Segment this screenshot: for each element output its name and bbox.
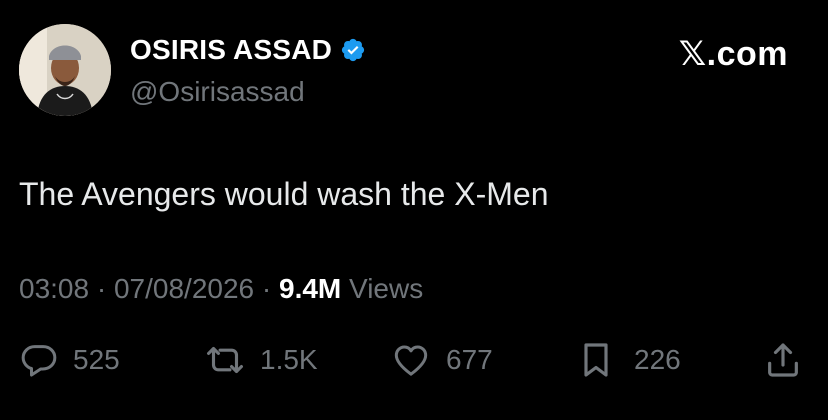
share-icon: [762, 340, 804, 380]
views-label: Views: [349, 273, 424, 304]
tweet-date[interactable]: 07/08/2026: [114, 273, 254, 304]
tweet-meta: 03:08 · 07/08/2026 · 9.4M Views: [19, 273, 423, 305]
author-handle[interactable]: @Osirisassad: [130, 76, 305, 108]
tweet-actions: 525 1.5K 677 226: [0, 338, 828, 382]
views-count[interactable]: 9.4M: [279, 273, 341, 304]
reply-count: 525: [73, 344, 120, 375]
meta-separator: ·: [261, 273, 272, 304]
display-name-text: OSIRIS ASSAD: [130, 34, 333, 65]
tweet-text: The Avengers would wash the X-Men: [19, 176, 549, 212]
author-display-name[interactable]: OSIRIS ASSAD: [130, 34, 366, 66]
avatar-photo: [19, 24, 111, 116]
bookmark-icon: [578, 340, 614, 380]
brand-logo: 𝕏.com: [678, 35, 788, 73]
tweet-time[interactable]: 03:08: [19, 273, 89, 304]
repost-count: 1.5K: [260, 344, 318, 375]
share-button[interactable]: [762, 338, 804, 382]
like-button[interactable]: 677: [390, 338, 493, 382]
bookmark-button[interactable]: 226: [578, 338, 681, 382]
reply-icon: [19, 340, 59, 380]
repost-button[interactable]: 1.5K: [202, 338, 318, 382]
repost-icon: [202, 340, 248, 380]
verified-badge-icon: [340, 37, 366, 63]
author-avatar[interactable]: [19, 24, 111, 116]
like-count: 677: [446, 344, 493, 375]
bookmark-count: 226: [634, 344, 681, 375]
heart-icon: [390, 340, 432, 380]
meta-separator: ·: [96, 273, 107, 304]
reply-button[interactable]: 525: [19, 338, 120, 382]
